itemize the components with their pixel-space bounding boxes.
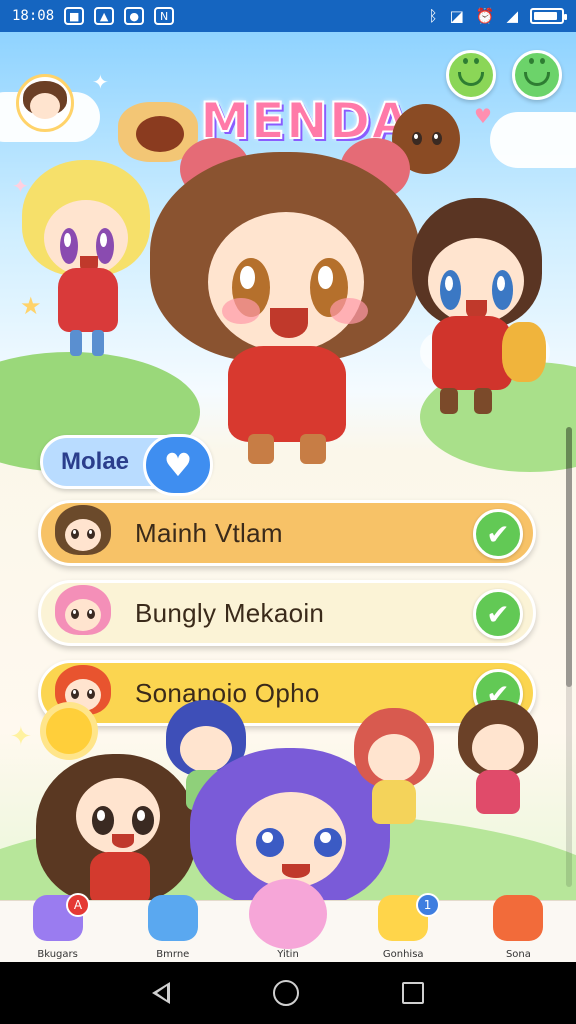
right-character — [402, 198, 552, 418]
tab-label: Bkugars — [37, 949, 78, 960]
check-button[interactable]: ✔ — [473, 509, 523, 559]
selector-label: Molae — [61, 448, 130, 475]
clock: 18:08 — [12, 8, 55, 24]
brunette-character — [458, 700, 538, 830]
list-item-name: Mainh Vtlam — [135, 517, 283, 548]
chat-icon: ● — [124, 7, 145, 25]
bottom-tab-bar: A Bkugars Bmrne Yitin 1 Gonhisa Sona — [0, 879, 576, 962]
signal-off-icon: ◪ — [449, 7, 464, 25]
heart-icon: ♥ — [163, 446, 193, 484]
photo-icon: ▲ — [94, 7, 115, 25]
blonde-character — [22, 160, 150, 360]
tab-label: Yitin — [277, 949, 299, 960]
profile-avatar[interactable] — [16, 74, 74, 132]
check-icon: ✔ — [486, 597, 510, 631]
check-icon: ✔ — [486, 517, 510, 551]
tab-label: Gonhisa — [382, 949, 424, 960]
tab-1[interactable]: Bmrne — [115, 895, 230, 962]
tab-2[interactable]: Yitin — [230, 879, 345, 962]
tab-4[interactable]: Sona — [461, 895, 576, 962]
list-item-name: Bungly Mekaoin — [135, 597, 325, 628]
tab-0[interactable]: A Bkugars — [0, 893, 115, 962]
bluetooth-icon: ᛒ — [428, 7, 438, 25]
cloud — [490, 112, 576, 168]
main-scene: ✦ ✦ ♥ ✦ ★ MENDA Molae ♥ Mainh Vtlam ✔ Bu… — [0, 32, 576, 900]
emoji-happy-button[interactable] — [446, 50, 496, 100]
check-button[interactable]: ✔ — [473, 589, 523, 639]
n-icon: N — [154, 7, 175, 25]
alarm-icon: ⏰ — [475, 7, 495, 25]
tab-label: Sona — [505, 949, 531, 960]
sparkle-icon: ✦ — [10, 722, 32, 752]
recent-apps-icon[interactable] — [402, 982, 425, 1004]
list-item[interactable]: Bungly Mekaoin ✔ — [38, 580, 536, 646]
tab-label: Bmrne — [156, 949, 190, 960]
tab-badge: 1 — [415, 893, 440, 917]
heart-icon: ♥ — [474, 104, 492, 128]
pink-character-icon — [249, 879, 327, 949]
sun-icon — [46, 708, 92, 754]
tab-3[interactable]: 1 Gonhisa — [346, 893, 461, 962]
sparkle-icon: ✦ — [92, 70, 109, 94]
red-hair-character — [354, 708, 434, 838]
square-icon: ■ — [64, 7, 85, 25]
character-thumbnail — [49, 583, 119, 643]
checklist-icon — [147, 895, 198, 941]
back-icon[interactable] — [151, 982, 170, 1004]
scrollbar[interactable] — [566, 427, 572, 887]
favorite-heart-button[interactable]: ♥ — [143, 434, 213, 496]
character-thumbnail — [49, 503, 119, 563]
battery-icon — [530, 8, 567, 24]
main-character — [150, 138, 420, 468]
status-bar: 18:08 ■ ▲ ● N ᛒ ◪ ⏰ ◢ — [0, 0, 576, 32]
list-item[interactable]: Mainh Vtlam ✔ — [38, 500, 536, 566]
system-nav-bar — [0, 962, 576, 1024]
emoji-smile-button[interactable] — [512, 50, 562, 100]
home-icon[interactable] — [272, 980, 299, 1006]
cell-signal-icon: ◢ — [506, 7, 518, 25]
fox-icon — [493, 895, 544, 941]
category-selector[interactable]: Molae ♥ — [40, 434, 213, 496]
tab-badge: A — [66, 893, 90, 917]
